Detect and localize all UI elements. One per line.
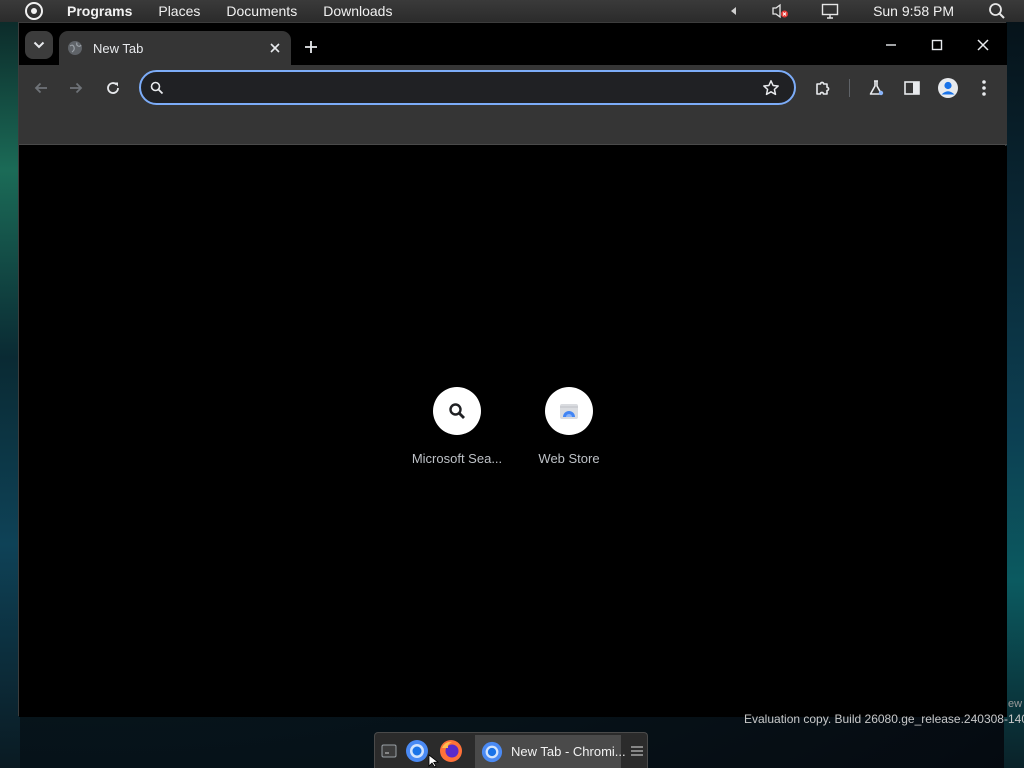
search-icon[interactable] [988, 2, 1006, 20]
bookmarks-bar [19, 111, 1007, 145]
menu-documents[interactable]: Documents [226, 3, 297, 19]
tab-new-tab[interactable]: New Tab [59, 31, 291, 65]
bookmark-star-icon[interactable] [762, 79, 780, 97]
extensions-button[interactable] [811, 76, 835, 100]
side-panel-button[interactable] [900, 76, 924, 100]
shortcut-web-store[interactable]: Web Store [513, 387, 625, 487]
evaluation-watermark: Evaluation copy. Build 26080.ge_release.… [744, 712, 1024, 726]
close-icon [977, 39, 989, 51]
more-vert-icon [981, 79, 987, 97]
chromium-icon [481, 741, 503, 763]
globe-icon [67, 40, 83, 56]
maximize-button[interactable] [925, 33, 949, 57]
search-icon [150, 81, 164, 95]
firefox-icon [439, 739, 463, 763]
hamburger-icon [631, 746, 643, 756]
address-input[interactable] [164, 72, 762, 103]
shortcut-label: Microsoft Sea... [411, 451, 503, 466]
tab-title: New Tab [93, 40, 144, 56]
browser-window: New Tab Microsoft Sea... Web Store [18, 22, 1007, 717]
new-tab-button[interactable] [299, 35, 323, 59]
shortcut-icon-circle [433, 387, 481, 435]
side-panel-icon [903, 79, 921, 97]
taskbar-window-chromium[interactable]: New Tab - Chromi... [475, 735, 626, 768]
desktop-wallpaper-left [0, 22, 20, 768]
volume-muted-icon[interactable] [771, 3, 789, 19]
shortcut-icon-circle [545, 387, 593, 435]
minimize-button[interactable] [879, 33, 903, 57]
avatar-icon [937, 77, 959, 99]
arrow-left-icon [33, 80, 49, 96]
menu-button[interactable] [972, 76, 996, 100]
browser-toolbar [19, 65, 1007, 111]
plus-icon [304, 40, 318, 54]
taskbar-menu-button[interactable] [629, 742, 645, 760]
chromium-launcher[interactable] [405, 739, 429, 763]
reload-icon [105, 80, 121, 96]
close-icon[interactable] [265, 38, 285, 58]
tab-strip: New Tab [19, 23, 1007, 65]
new-tab-page: Microsoft Sea... Web Store [19, 146, 1007, 717]
arrow-right-icon [68, 80, 84, 96]
maximize-icon [931, 39, 943, 51]
reload-button[interactable] [101, 76, 125, 100]
firefox-launcher[interactable] [439, 739, 463, 763]
taskbar-window-label: New Tab - Chromi... [511, 744, 626, 759]
puzzle-icon [814, 79, 832, 97]
search-icon [448, 402, 466, 420]
taskbar: New Tab - Chromi... [374, 732, 648, 768]
back-button[interactable] [29, 76, 53, 100]
flask-icon [867, 79, 885, 97]
watermark-fragment: ew [1008, 698, 1023, 710]
top-panel: Programs Places Documents Downloads Sun … [0, 0, 1024, 22]
minimize-icon [885, 39, 897, 51]
menu-downloads[interactable]: Downloads [323, 3, 392, 19]
activities-logo-icon[interactable] [25, 2, 43, 20]
menu-places[interactable]: Places [158, 3, 200, 19]
shortcut-microsoft-search[interactable]: Microsoft Sea... [401, 387, 513, 487]
left-arrow-icon[interactable] [729, 6, 737, 16]
mouse-cursor-icon [428, 754, 440, 768]
chevron-down-icon [33, 41, 45, 49]
chromium-icon [405, 739, 429, 763]
terminal-launcher[interactable] [377, 739, 401, 763]
menu-programs[interactable]: Programs [67, 3, 132, 19]
profile-button[interactable] [936, 76, 960, 100]
terminal-icon [381, 744, 397, 758]
labs-button[interactable] [864, 76, 888, 100]
forward-button[interactable] [64, 76, 88, 100]
webstore-icon [558, 400, 580, 422]
desktop-wallpaper-right [1004, 22, 1024, 768]
close-window-button[interactable] [971, 33, 995, 57]
omnibox[interactable] [139, 70, 796, 105]
shortcut-label: Web Store [538, 451, 600, 466]
display-icon[interactable] [821, 3, 839, 19]
tab-search-button[interactable] [25, 31, 53, 59]
clock[interactable]: Sun 9:58 PM [873, 3, 954, 19]
toolbar-divider [849, 79, 850, 97]
